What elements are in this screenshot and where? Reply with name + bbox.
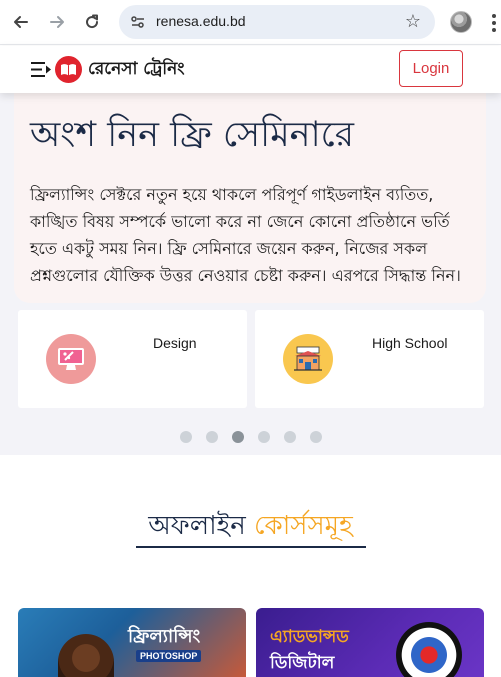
carousel-dot[interactable] xyxy=(206,431,218,443)
profile-avatar[interactable] xyxy=(450,11,472,33)
category-label: Design xyxy=(153,335,197,351)
carousel-dot[interactable] xyxy=(258,431,270,443)
carousel-dot[interactable] xyxy=(310,431,322,443)
menu-kebab-icon[interactable] xyxy=(487,12,501,34)
category-label: High School xyxy=(372,335,448,351)
menu-toggle-icon[interactable] xyxy=(30,61,52,82)
course-card-subtitle: ডিজিটাল xyxy=(270,653,335,673)
hero-description: ফ্রিল্যান্সিং সেক্টরে নতুন হয়ে থাকলে পর… xyxy=(30,185,461,285)
section-title: অফলাইন কোর্সসমূহ xyxy=(0,505,501,549)
category-card-high-school[interactable]: High School xyxy=(255,310,484,408)
login-button[interactable]: Login xyxy=(399,50,463,87)
section-title-underline xyxy=(136,546,366,548)
design-monitor-icon xyxy=(46,334,96,384)
course-card-freelancing[interactable]: ফ্রিল্যান্সিং PHOTOSHOP xyxy=(18,608,246,677)
carousel-dots xyxy=(180,431,322,443)
carousel-dot[interactable] xyxy=(284,431,296,443)
school-building-icon xyxy=(283,334,333,384)
category-card-design[interactable]: Design xyxy=(18,310,247,408)
bookmark-star-icon[interactable]: ☆ xyxy=(405,11,421,32)
brand-name[interactable]: রেনেসা ট্রেনিং xyxy=(88,56,185,84)
site-info-icon[interactable] xyxy=(130,14,146,34)
section-title-part2: কোর্সসমূহ xyxy=(254,511,353,541)
course-card-title: ফ্রিল্যান্সিং xyxy=(128,626,201,647)
brand-logo-icon[interactable] xyxy=(55,56,82,83)
hero-title: অংশ নিন ফ্রি সেমিনারে xyxy=(30,115,354,155)
back-icon[interactable] xyxy=(9,10,33,34)
forward-icon[interactable] xyxy=(45,10,69,34)
course-card-title: এ্যাডভান্সড xyxy=(270,627,349,647)
course-card-subtitle: PHOTOSHOP xyxy=(136,650,202,662)
address-url[interactable]: renesa.edu.bd xyxy=(156,13,246,29)
site-header: রেনেসা ট্রেনিং Login xyxy=(0,46,501,93)
address-bar[interactable]: renesa.edu.bd ☆ xyxy=(119,5,435,39)
course-thumbnail-person xyxy=(58,634,114,677)
archery-target-icon xyxy=(396,622,462,677)
reload-icon[interactable] xyxy=(80,10,104,34)
course-card-digital[interactable]: এ্যাডভান্সড ডিজিটাল xyxy=(256,608,484,677)
seminar-card: অংশ নিন ফ্রি সেমিনারে ফ্রিল্যান্সিং সেক্… xyxy=(14,93,486,303)
carousel-dot[interactable] xyxy=(180,431,192,443)
carousel-dot-active[interactable] xyxy=(232,431,244,443)
browser-toolbar: renesa.edu.bd ☆ xyxy=(0,0,501,45)
section-title-part1: অফলাইন xyxy=(148,511,246,541)
